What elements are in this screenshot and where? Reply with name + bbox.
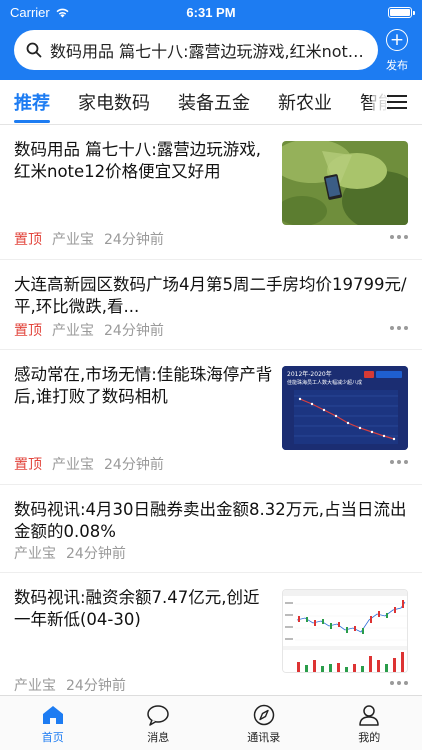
news-meta: 产业宝 24分钟前 bbox=[14, 675, 126, 695]
header: Carrier 6:31 PM 数码用品 篇七十八:露营边玩游戏,红米note1… bbox=[0, 0, 422, 80]
news-time: 24分钟前 bbox=[66, 678, 126, 694]
search-query: 数码用品 篇七十八:露营边玩游戏,红米note12价格便宜又好用 bbox=[50, 42, 366, 61]
compass-icon bbox=[253, 704, 274, 726]
pinned-badge: 置顶 bbox=[14, 323, 42, 339]
news-time: 24分钟前 bbox=[104, 323, 164, 339]
tabbar-home-label: 首页 bbox=[41, 731, 64, 744]
news-feed: 数码用品 篇七十八:露营边玩游戏,红米note12价格便宜又好用 置顶 产业宝 … bbox=[0, 125, 422, 695]
pinned-badge: 置顶 bbox=[14, 457, 42, 473]
tabbar-messages[interactable]: 消息 bbox=[106, 696, 212, 750]
tabbar-contacts-label: 通讯录 bbox=[247, 731, 281, 744]
news-meta: 置顶 产业宝 24分钟前 bbox=[14, 229, 164, 249]
plus-icon: + bbox=[386, 29, 408, 51]
news-thumbnail-camping-phone bbox=[282, 141, 408, 225]
news-meta: 置顶 产业宝 24分钟前 bbox=[14, 454, 164, 474]
tabbar-contacts[interactable]: 通讯录 bbox=[211, 696, 317, 750]
news-time: 24分钟前 bbox=[104, 457, 164, 473]
more-options-icon[interactable] bbox=[390, 681, 408, 685]
news-time: 24分钟前 bbox=[104, 232, 164, 248]
menu-icon bbox=[387, 95, 407, 109]
status-bar: Carrier 6:31 PM bbox=[0, 0, 422, 24]
more-options-icon[interactable] bbox=[390, 235, 408, 239]
news-source: 产业宝 bbox=[52, 232, 94, 248]
news-item[interactable]: 数码视讯:融资余额7.47亿元,创近一年新低(04-30) 产业宝 24分钟前 bbox=[0, 573, 422, 695]
pinned-badge: 置顶 bbox=[14, 232, 42, 248]
news-source: 产业宝 bbox=[52, 323, 94, 339]
tabbar-home[interactable]: 首页 bbox=[0, 696, 106, 750]
bottom-tab-bar: 首页 消息 通讯录 我的 bbox=[0, 695, 422, 750]
battery-icon bbox=[388, 6, 415, 18]
news-item[interactable]: 感动常在,市场无情:佳能珠海停产背后,谁打败了数码相机 2012年-2020年佳… bbox=[0, 350, 422, 485]
user-icon bbox=[359, 705, 379, 726]
news-source: 产业宝 bbox=[14, 546, 56, 562]
news-source: 产业宝 bbox=[52, 457, 94, 473]
news-meta: 产业宝 24分钟前 bbox=[14, 543, 126, 563]
news-title: 大连高新园区数码广场4月第5周二手房均价19799元/平,环比微跌,看... bbox=[14, 275, 407, 316]
news-title: 数码视讯:融资余额7.47亿元,创近一年新低(04-30) bbox=[14, 588, 260, 629]
tab-new-agriculture[interactable]: 新农业 bbox=[278, 89, 332, 115]
news-title: 数码视讯:4月30日融券卖出金额8.32万元,占当日流出金额的0.08% bbox=[14, 500, 407, 541]
news-source: 产业宝 bbox=[14, 678, 56, 694]
publish-label: 发布 bbox=[386, 59, 408, 72]
news-thumbnail-stock-chart bbox=[282, 589, 408, 673]
news-item[interactable]: 大连高新园区数码广场4月第5周二手房均价19799元/平,环比微跌,看... 置… bbox=[0, 260, 422, 350]
news-time: 24分钟前 bbox=[66, 546, 126, 562]
tab-recommend[interactable]: 推荐 bbox=[14, 89, 50, 123]
carrier-label: Carrier bbox=[10, 4, 50, 20]
news-thumbnail-canon-chart: 2012年-2020年佳能珠海员工人数大幅减少超八成 bbox=[282, 366, 408, 450]
tabbar-me[interactable]: 我的 bbox=[317, 696, 422, 750]
tabbar-messages-label: 消息 bbox=[147, 731, 170, 744]
more-options-icon[interactable] bbox=[390, 326, 408, 330]
wifi-icon bbox=[56, 8, 69, 17]
search-input[interactable]: 数码用品 篇七十八:露营边玩游戏,红米note12价格便宜又好用 bbox=[14, 30, 378, 70]
home-icon bbox=[42, 706, 63, 724]
search-icon bbox=[26, 42, 42, 58]
news-title: 感动常在,市场无情:佳能珠海停产背后,谁打败了数码相机 bbox=[14, 365, 273, 406]
tab-appliances-digital[interactable]: 家电数码 bbox=[78, 89, 150, 115]
more-options-icon[interactable] bbox=[390, 460, 408, 464]
news-item[interactable]: 数码视讯:4月30日融券卖出金额8.32万元,占当日流出金额的0.08% 产业宝… bbox=[0, 485, 422, 573]
tab-equipment-hardware[interactable]: 装备五金 bbox=[178, 89, 250, 115]
category-menu-button[interactable] bbox=[372, 80, 422, 124]
chat-bubble-icon bbox=[147, 705, 169, 726]
clock: 6:31 PM bbox=[186, 4, 236, 20]
news-item[interactable]: 数码用品 篇七十八:露营边玩游戏,红米note12价格便宜又好用 置顶 产业宝 … bbox=[0, 125, 422, 260]
publish-button[interactable]: + 发布 bbox=[382, 29, 412, 73]
category-tabs: 推荐 家电数码 装备五金 新农业 智能 bbox=[0, 80, 422, 125]
news-meta: 置顶 产业宝 24分钟前 bbox=[14, 320, 164, 340]
tabbar-me-label: 我的 bbox=[358, 731, 381, 744]
news-title: 数码用品 篇七十八:露营边玩游戏,红米note12价格便宜又好用 bbox=[14, 140, 262, 181]
